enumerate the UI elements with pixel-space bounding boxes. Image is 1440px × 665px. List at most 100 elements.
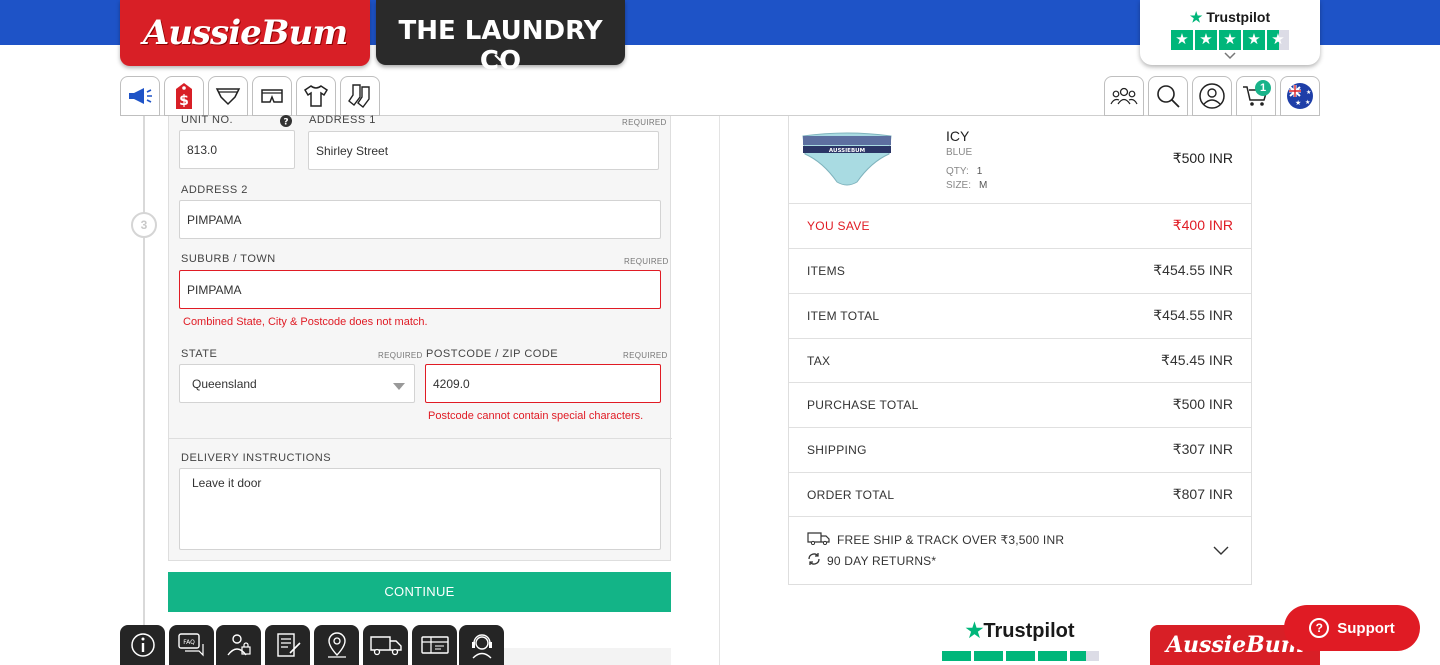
trustpilot-label: Trustpilot <box>1206 9 1271 25</box>
product-image[interactable]: AUSSIEBUM <box>801 132 893 188</box>
faq-icon[interactable]: FAQ <box>169 625 214 665</box>
store-locator-icon[interactable] <box>314 625 359 665</box>
address-form: Unit No. ? 813.0 Address 1 Required Shir… <box>168 114 672 561</box>
state-select[interactable]: Queensland <box>179 364 415 403</box>
svg-text:★: ★ <box>1305 99 1310 106</box>
trustpilot-widget[interactable]: ★ Trustpilot ★ ★ ★ ★ ★ <box>1140 0 1320 65</box>
summary-row-you-save: You Save ₹400 INR <box>789 203 1251 248</box>
perks-panel[interactable]: Free ship & track over ₹3,500 INR 90 day… <box>789 516 1251 584</box>
nav-bar: $ 1 ★ ★ ★ <box>120 76 1320 116</box>
summary-row-label: Order Total <box>807 488 895 502</box>
summary-row-value: ₹454.55 INR <box>1153 307 1233 323</box>
address2-input[interactable]: PIMPAMA <box>179 200 661 239</box>
search-icon[interactable] <box>1148 76 1188 116</box>
brief-icon[interactable] <box>208 76 248 116</box>
unit-label: Unit No. <box>181 114 234 126</box>
suburb-label: Suburb / Town <box>181 253 276 265</box>
postcode-label: Postcode / Zip Code <box>426 348 559 360</box>
megaphone-icon[interactable] <box>120 76 160 116</box>
product-size: SIZE: M <box>946 180 987 191</box>
product-qty: QTY: 1 <box>946 166 982 177</box>
summary-row-purchase-total: Purchase Total ₹500 INR <box>789 382 1251 427</box>
privacy-icon[interactable] <box>216 625 261 665</box>
postcode-required: Required <box>623 351 668 360</box>
summary-row-value: ₹307 INR <box>1172 441 1233 457</box>
summary-row-value: ₹454.55 INR <box>1153 262 1233 278</box>
perk-free-shipping-text: Free ship & track over ₹3,500 INR <box>837 532 1065 547</box>
perk-returns: 90 day returns* <box>807 552 936 569</box>
column-separator <box>719 116 720 665</box>
summary-row-label: Items <box>807 264 846 278</box>
size-label: SIZE: <box>946 180 972 191</box>
postcode-error: Postcode cannot contain special characte… <box>428 410 644 422</box>
trunk-icon[interactable] <box>252 76 292 116</box>
summary-row-label: Tax <box>807 354 831 368</box>
product-color: Blue <box>946 147 973 158</box>
step-rail <box>143 116 145 665</box>
aussiebum-logo[interactable]: AussieBum <box>120 0 370 66</box>
account-icon[interactable] <box>1192 76 1232 116</box>
chevron-down-icon[interactable] <box>1140 52 1320 63</box>
product-price: ₹500 INR <box>1172 150 1233 166</box>
postcode-input[interactable]: 4209.0 <box>425 364 661 403</box>
trustpilot-star-icon: ★ <box>965 620 984 642</box>
suburb-required: Required <box>624 257 669 266</box>
unit-input[interactable]: 813.0 <box>179 130 295 169</box>
summary-row-value: ₹400 INR <box>1172 217 1233 233</box>
support-label: Support <box>1337 619 1395 637</box>
svg-text:$: $ <box>179 93 189 109</box>
terms-icon[interactable] <box>265 625 310 665</box>
summary-row-shipping: Shipping ₹307 INR <box>789 427 1251 472</box>
state-value: Queensland <box>192 376 257 391</box>
tshirt-icon[interactable] <box>296 76 336 116</box>
laundry-co-logo[interactable]: THE LAUNDRY CO <box>376 0 625 76</box>
svg-text:★: ★ <box>1306 89 1311 96</box>
summary-row-label: Purchase Total <box>807 398 919 412</box>
address1-required: Required <box>622 118 667 127</box>
summary-row-value: ₹45.45 INR <box>1161 352 1233 368</box>
delivery-textarea[interactable]: Leave it door <box>179 468 661 550</box>
form-divider <box>169 438 672 439</box>
support-button[interactable]: ? Support <box>1284 605 1420 651</box>
summary-row-label: Item Total <box>807 309 880 323</box>
summary-row-label: You Save <box>807 219 870 233</box>
state-label: State <box>181 348 218 360</box>
suburb-error: Combined State, City & Postcode does not… <box>183 316 428 328</box>
summary-row-tax: Tax ₹45.45 INR <box>789 338 1251 383</box>
continue-button[interactable]: Continue <box>168 572 671 612</box>
customer-service-icon[interactable] <box>459 625 504 665</box>
community-icon[interactable] <box>1104 76 1144 116</box>
address2-label: Address 2 <box>181 184 248 196</box>
order-summary: AUSSIEBUM ICY Blue QTY: 1 SIZE: M ₹500 INR… <box>788 116 1252 585</box>
cart-count-badge: 1 <box>1255 80 1271 96</box>
aussiebum-footer-text: AussieBum <box>1165 632 1305 658</box>
svg-text:FAQ: FAQ <box>183 639 195 646</box>
address1-input[interactable]: Shirley Street <box>308 131 659 170</box>
trustpilot-footer-widget[interactable]: ★Trustpilot <box>940 618 1100 665</box>
step-indicator: 3 <box>131 212 157 238</box>
aussiebum-logo-text: AussieBum <box>142 13 348 53</box>
summary-row-value: ₹500 INR <box>1172 396 1233 412</box>
trustpilot-footer-rating <box>940 651 1100 661</box>
delivery-truck-icon[interactable] <box>363 625 408 665</box>
summary-row-value: ₹807 INR <box>1172 486 1233 502</box>
size-value: M <box>979 180 988 191</box>
cart-icon[interactable]: 1 <box>1236 76 1276 116</box>
summary-row-items: Items ₹454.55 INR <box>789 248 1251 293</box>
price-tag-icon[interactable]: $ <box>164 76 204 116</box>
dropdown-arrow-icon <box>393 380 405 394</box>
trustpilot-footer-label: Trustpilot <box>983 620 1075 642</box>
chevron-down-icon[interactable] <box>493 50 507 66</box>
chevron-down-icon[interactable] <box>1213 543 1229 561</box>
australia-flag-icon[interactable]: ★ ★ ★ <box>1280 76 1320 116</box>
trustpilot-star-icon: ★ <box>1189 9 1203 25</box>
info-icon[interactable] <box>120 625 165 665</box>
socks-icon[interactable] <box>340 76 380 116</box>
state-required: Required <box>378 351 423 360</box>
qty-value: 1 <box>976 166 983 177</box>
gift-card-icon[interactable] <box>412 625 457 665</box>
suburb-input[interactable]: PIMPAMA <box>179 270 661 309</box>
product-name[interactable]: ICY <box>946 128 969 144</box>
trustpilot-rating: ★ ★ ★ ★ ★ <box>1140 30 1320 50</box>
product-waistband-text: AUSSIEBUM <box>829 148 865 154</box>
